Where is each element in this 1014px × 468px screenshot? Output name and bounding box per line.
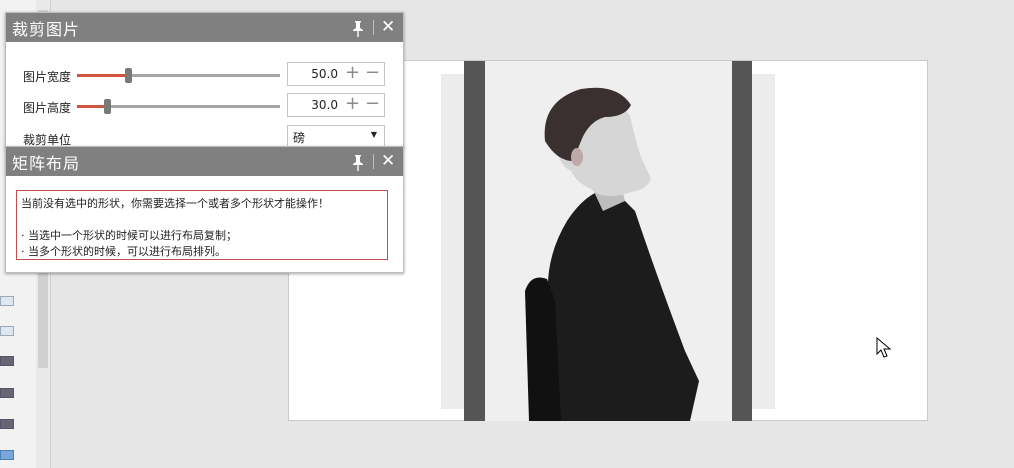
notice-hint-copy: · 当选中一个形状的时候可以进行布局复制；: [21, 229, 237, 242]
plus-icon[interactable]: +: [345, 62, 360, 83]
dropdown-arrow-icon[interactable]: ▼: [371, 130, 377, 139]
plus-icon[interactable]: +: [345, 93, 360, 114]
picture-width-value[interactable]: 50.0: [288, 67, 338, 81]
slider-handle[interactable]: [104, 99, 111, 114]
minus-icon[interactable]: −: [365, 62, 380, 83]
pin-icon[interactable]: [350, 19, 366, 37]
matrix-layout-panel: 矩阵布局 ✕ 当前没有选中的形状，你需要选择一个或者多个形状才能操作！ · 当选…: [5, 146, 404, 273]
panel-title: 矩阵布局: [12, 153, 81, 173]
panel-title: 裁剪图片: [12, 19, 81, 39]
portrait-picture[interactable]: [485, 61, 732, 421]
picture-width-row: 图片宽度 50.0 + −: [6, 62, 403, 88]
picture-height-row: 图片高度 30.0 + −: [6, 93, 403, 119]
notice-spacer: [21, 212, 383, 228]
picture-width-label: 图片宽度: [23, 70, 72, 84]
crop-picture-panel: 裁剪图片 ✕ 图片宽度 50.0 + − 图片高度 30.0 + − 裁剪单位 …: [5, 12, 404, 148]
notice-message: 当前没有选中的形状，你需要选择一个或者多个形状才能操作！: [21, 197, 329, 210]
picture-height-label: 图片高度: [23, 101, 72, 115]
thumbnail-icon[interactable]: [0, 296, 14, 306]
panel-header[interactable]: 裁剪图片 ✕: [6, 13, 403, 42]
thumbnail-icon[interactable]: [0, 419, 14, 429]
slider-handle[interactable]: [125, 68, 132, 83]
thumbnail-icon[interactable]: [0, 450, 14, 460]
close-icon[interactable]: ✕: [381, 151, 395, 171]
notice-hint-arrange: · 当多个形状的时候，可以进行布局排列。: [21, 245, 226, 258]
picture-height-value[interactable]: 30.0: [288, 98, 338, 112]
header-separator: [373, 154, 374, 169]
picture-width-input[interactable]: 50.0 + −: [287, 62, 385, 86]
thumbnail-icon[interactable]: [0, 388, 14, 398]
portrait-image: [485, 61, 732, 421]
mouse-cursor-icon: [876, 337, 892, 358]
pin-icon[interactable]: [350, 153, 366, 171]
close-icon[interactable]: ✕: [381, 17, 395, 37]
header-separator: [373, 20, 374, 35]
crop-unit-value: 磅: [293, 131, 306, 145]
minus-icon[interactable]: −: [365, 93, 380, 114]
slider-fill: [77, 74, 128, 77]
slider-fill: [77, 105, 107, 108]
picture-width-slider[interactable]: [77, 68, 280, 83]
panel-header[interactable]: 矩阵布局 ✕: [6, 147, 403, 176]
thumbnail-icon[interactable]: [0, 356, 14, 366]
thumbnail-icon[interactable]: [0, 326, 14, 336]
crop-unit-select[interactable]: 磅 ▼: [287, 125, 385, 147]
notice-box: 当前没有选中的形状，你需要选择一个或者多个形状才能操作！ · 当选中一个形状的时…: [16, 190, 388, 260]
picture-height-input[interactable]: 30.0 + −: [287, 93, 385, 117]
picture-height-slider[interactable]: [77, 99, 280, 114]
